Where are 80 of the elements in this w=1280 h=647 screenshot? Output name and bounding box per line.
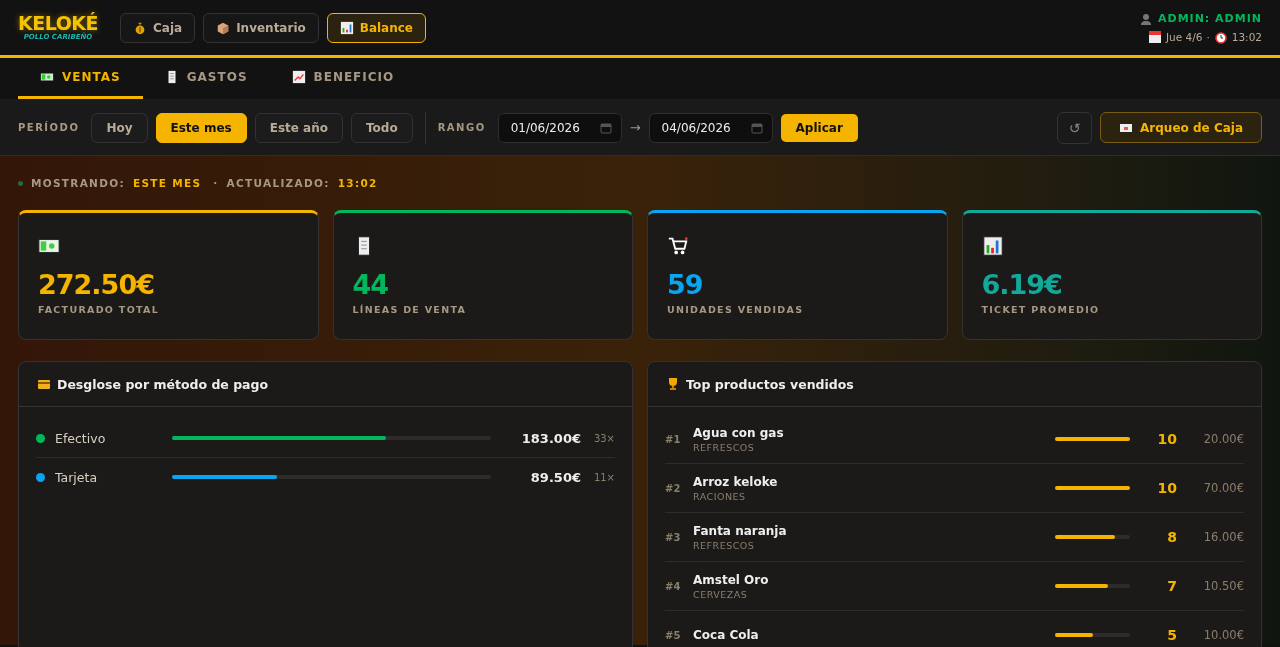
kpi-label: FACTURADO TOTAL <box>38 304 161 315</box>
nav-tab[interactable]: Caja <box>120 12 196 43</box>
updated-label: ACTUALIZADO: <box>226 177 330 189</box>
payment-count: 11× <box>592 471 615 483</box>
product-quantity: 10 <box>1156 480 1177 496</box>
kpi-value: 272.50€ <box>38 269 155 300</box>
kpi-value: 6.19€ <box>981 269 1063 300</box>
product-rank: #4 <box>665 580 682 592</box>
alarm-clock-icon <box>1213 29 1228 44</box>
product-category: REFRESCOS <box>693 539 756 551</box>
product-amount: 70.00€ <box>1202 481 1244 495</box>
bar-chart-icon <box>339 20 354 35</box>
kpi-label: LÍNEAS DE VENTA <box>352 304 468 315</box>
separator-dot: · <box>1206 30 1210 43</box>
separator-dot: · <box>213 177 219 189</box>
nav-tab[interactable]: Inventario <box>203 12 319 43</box>
money-bag-icon <box>133 20 147 35</box>
apply-button[interactable]: Aplicar <box>780 113 858 142</box>
product-amount: 10.50€ <box>1202 579 1244 593</box>
kpi-label: TICKET PROMEDIO <box>981 304 1101 315</box>
product-amount: 10.00€ <box>1202 628 1244 642</box>
section-tab[interactable]: BENEFICIO <box>269 58 417 99</box>
product-quantity: 10 <box>1156 431 1177 447</box>
payment-method: Efectivo <box>55 430 107 446</box>
product-rank: #3 <box>665 531 682 543</box>
updated-value: 13:02 <box>337 177 378 189</box>
bar-chart-icon <box>981 235 1004 257</box>
product-quantity: 5 <box>1166 627 1177 643</box>
product-name: Amstel Oro <box>693 572 770 587</box>
payment-amount: 183.00€ <box>520 430 581 446</box>
cash-count-button[interactable]: Arqueo de Caja <box>1100 112 1262 143</box>
product-name: Coca Cola <box>693 628 760 642</box>
payment-amount: 89.50€ <box>529 469 581 485</box>
date-from-field[interactable]: 01/06/2026 <box>497 112 622 143</box>
product-rank: #5 <box>665 629 682 641</box>
kpi-value: 44 <box>352 269 390 300</box>
user-name: ADMIN: ADMIN <box>1158 12 1262 25</box>
kpi-value: 59 <box>667 269 704 300</box>
product-amount: 20.00€ <box>1202 432 1244 446</box>
range-arrow: → <box>629 120 641 135</box>
product-rank: #2 <box>665 482 682 494</box>
period-label: PERÍODO <box>18 122 80 133</box>
panel-title: Top productos vendidos <box>686 376 854 392</box>
showing-value: ESTE MES <box>132 177 202 189</box>
panel-title: Desglose por método de pago <box>57 376 269 392</box>
nav-tab[interactable]: Balance <box>326 12 426 43</box>
product-name: Agua con gas <box>693 425 785 440</box>
product-quantity: 7 <box>1166 578 1177 594</box>
calendar-icon <box>599 121 612 134</box>
payment-count: 33× <box>592 432 615 444</box>
status-dot <box>18 180 23 186</box>
trend-chart-icon <box>291 70 306 84</box>
period-button[interactable]: Todo <box>350 112 413 143</box>
refresh-button[interactable]: ↺ <box>1057 111 1093 144</box>
kpi-label: UNIDADES VENDIDAS <box>667 304 805 315</box>
credit-card-icon <box>37 377 51 391</box>
user-icon <box>1139 11 1153 26</box>
product-quantity: 8 <box>1166 529 1177 545</box>
product-category: REFRESCOS <box>693 441 756 453</box>
calendar-icon <box>1147 29 1162 44</box>
range-label: RANGO <box>437 122 486 133</box>
product-rank: #1 <box>665 433 682 445</box>
cart-icon <box>667 235 689 257</box>
box-icon <box>216 20 231 35</box>
date-text: Jue 4/6 <box>1165 30 1203 43</box>
trophy-icon <box>666 377 680 391</box>
product-category: CERVEZAS <box>693 588 749 600</box>
product-name: Arroz keloke <box>693 474 779 489</box>
date-to-field[interactable]: 04/06/2026 <box>648 112 773 143</box>
product-amount: 16.00€ <box>1202 530 1244 544</box>
payment-method: Tarjeta <box>55 469 99 485</box>
period-button[interactable]: Este año <box>254 112 343 143</box>
showing-label: MOSTRANDO: <box>31 177 125 189</box>
time-text: 13:02 <box>1231 30 1262 43</box>
calendar-icon <box>750 121 763 134</box>
product-category: RACIONES <box>693 490 747 502</box>
section-tab[interactable]: GASTOS <box>142 58 270 99</box>
period-button[interactable]: Este mes <box>155 112 247 143</box>
product-name: Fanta naranja <box>693 523 788 538</box>
period-button[interactable]: Hoy <box>91 112 148 143</box>
